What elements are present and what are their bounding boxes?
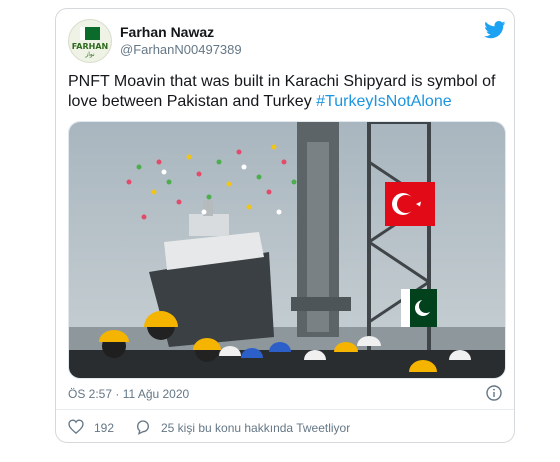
author-name[interactable]: Farhan Nawaz [120,24,214,40]
twitter-bird-icon[interactable] [484,21,506,39]
tweet-card[interactable]: FARHAN نواز Farhan Nawaz @FarhanN0049738… [55,8,515,443]
chat-bubble-icon[interactable] [135,419,151,435]
tweet-text: PNFT Moavin that was built in Karachi Sh… [68,72,508,112]
conversation-link[interactable]: 25 kişi bu konu hakkında Tweetliyor [161,421,350,435]
info-icon[interactable] [486,385,502,401]
timestamp[interactable]: ÖS 2:57 · 11 Ağu 2020 [68,387,189,401]
avatar[interactable]: FARHAN نواز [68,19,112,63]
hashtag-link[interactable]: #TurkeyIsNotAlone [316,93,451,110]
avatar-text: FARHAN [71,42,109,51]
like-count[interactable]: 192 [94,421,114,435]
heart-icon[interactable] [68,419,84,434]
author-handle[interactable]: @FarhanN00497389 [120,42,242,57]
pakistan-flag-icon [80,27,100,40]
ship-launch-photo [69,122,505,378]
avatar-subtext: نواز [85,52,95,58]
tweet-photo[interactable] [68,121,506,379]
divider [56,409,514,410]
